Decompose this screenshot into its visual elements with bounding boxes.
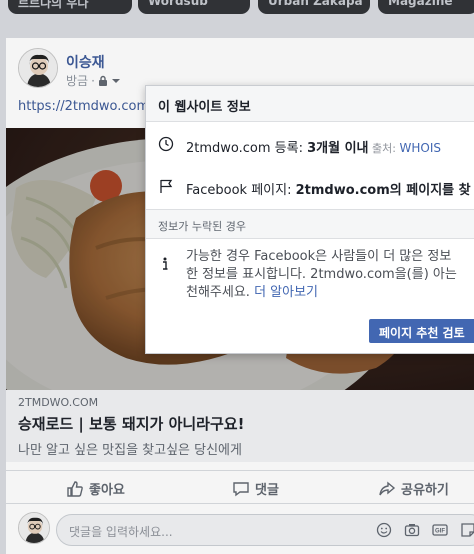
registration-row: 2tmdwo.com 등록: 3개월 이내 출처: WHOIS	[146, 136, 474, 156]
post-timestamp[interactable]: 방금	[66, 72, 88, 89]
info-icon	[163, 257, 168, 270]
learn-more-link[interactable]: 더 알아보기	[254, 285, 318, 300]
svg-text:GIF: GIF	[435, 529, 445, 535]
description-line-text: 천해주세요.	[186, 285, 255, 300]
camera-icon[interactable]	[404, 522, 420, 538]
facebook-page-row: Facebook 페이지: 2tmdwo.com의 페이지를 찾	[146, 178, 474, 198]
whois-link[interactable]: WHOIS	[399, 141, 441, 155]
share-icon	[379, 481, 396, 495]
comment-button[interactable]: 댓글	[232, 479, 279, 498]
link-title[interactable]: 승재로드 | 보통 돼지가 아니라구요!	[18, 413, 464, 434]
story-chip[interactable]: Magazine	[378, 0, 474, 14]
comment-label: 댓글	[255, 483, 279, 498]
commenter-avatar	[18, 512, 50, 544]
author-name[interactable]: 이승재	[66, 52, 105, 72]
comment-composer: 댓글을 입력하세요... GIF	[6, 506, 474, 554]
comment-tools: GIF	[376, 522, 474, 538]
facebook-page-prefix: Facebook 페이지:	[186, 183, 296, 198]
registration-value: 3개월 이내	[307, 141, 369, 156]
sticker-icon[interactable]	[460, 522, 474, 538]
like-label: 좋아요	[89, 483, 125, 498]
flag-icon	[160, 179, 173, 193]
clock-icon	[158, 136, 174, 152]
registration-domain: 2tmdwo.com 등록:	[186, 141, 308, 156]
post-meta: 방금 ·	[66, 72, 121, 89]
post-link[interactable]: https://2tmdwo.com	[18, 99, 149, 114]
missing-info-label: 정보가 누락된 경우	[146, 209, 474, 239]
chevron-down-icon[interactable]	[111, 78, 121, 84]
link-domain: 2TMDWO.COM	[18, 396, 99, 409]
share-button[interactable]: 공유하기	[378, 479, 449, 498]
recommend-page-button[interactable]: 페이지 추천 검토	[369, 319, 474, 343]
emoji-icon[interactable]	[376, 522, 392, 538]
lock-icon	[98, 75, 107, 86]
story-chip[interactable]: Urban Zakapa	[258, 0, 370, 14]
description-line: 천해주세요. 더 알아보기	[186, 284, 474, 302]
avatar-image	[19, 49, 57, 87]
stories-row: 르르나의 우다 Wordsub Urban Zakapa Magazine	[0, 0, 474, 22]
link-preview-meta[interactable]: 2TMDWO.COM 승재로드 | 보통 돼지가 아니라구요! 나만 알고 싶은…	[6, 390, 474, 462]
comment-icon	[233, 481, 249, 496]
description-line: 한 정보를 표시합니다. 2tmdwo.com을(를) 아는	[186, 267, 457, 282]
link-description: 나만 알고 싶은 맛집을 찾고싶은 당신에게	[18, 443, 242, 458]
share-label: 공유하기	[401, 483, 449, 498]
post-actions: 좋아요 댓글 공유하기	[6, 470, 474, 504]
avatar[interactable]	[18, 48, 58, 88]
story-chip[interactable]: 르르나의 우다	[8, 0, 132, 14]
website-info-popover: 이 웹사이트 정보 2tmdwo.com 등록: 3개월 이내 출처: WHOI…	[145, 85, 474, 354]
gif-icon[interactable]: GIF	[432, 522, 448, 538]
description-line: 가능한 경우 Facebook은 사람들이 더 많은 정보	[186, 249, 452, 264]
missing-info-description: 가능한 경우 Facebook은 사람들이 더 많은 정보 한 정보를 표시합니…	[186, 248, 474, 302]
like-button[interactable]: 좋아요	[66, 479, 125, 498]
popover-title: 이 웹사이트 정보	[146, 86, 474, 122]
facebook-page-value[interactable]: 2tmdwo.com의 페이지를 찾	[296, 183, 471, 198]
avatar-image	[19, 513, 49, 543]
thumbs-up-icon	[67, 480, 83, 497]
facebook-page-text: Facebook 페이지: 2tmdwo.com의 페이지를 찾	[186, 179, 471, 198]
registration-text: 2tmdwo.com 등록: 3개월 이내 출처: WHOIS	[186, 137, 441, 156]
story-chip[interactable]: Wordsub	[138, 0, 250, 14]
source-label: 출처:	[368, 142, 400, 155]
